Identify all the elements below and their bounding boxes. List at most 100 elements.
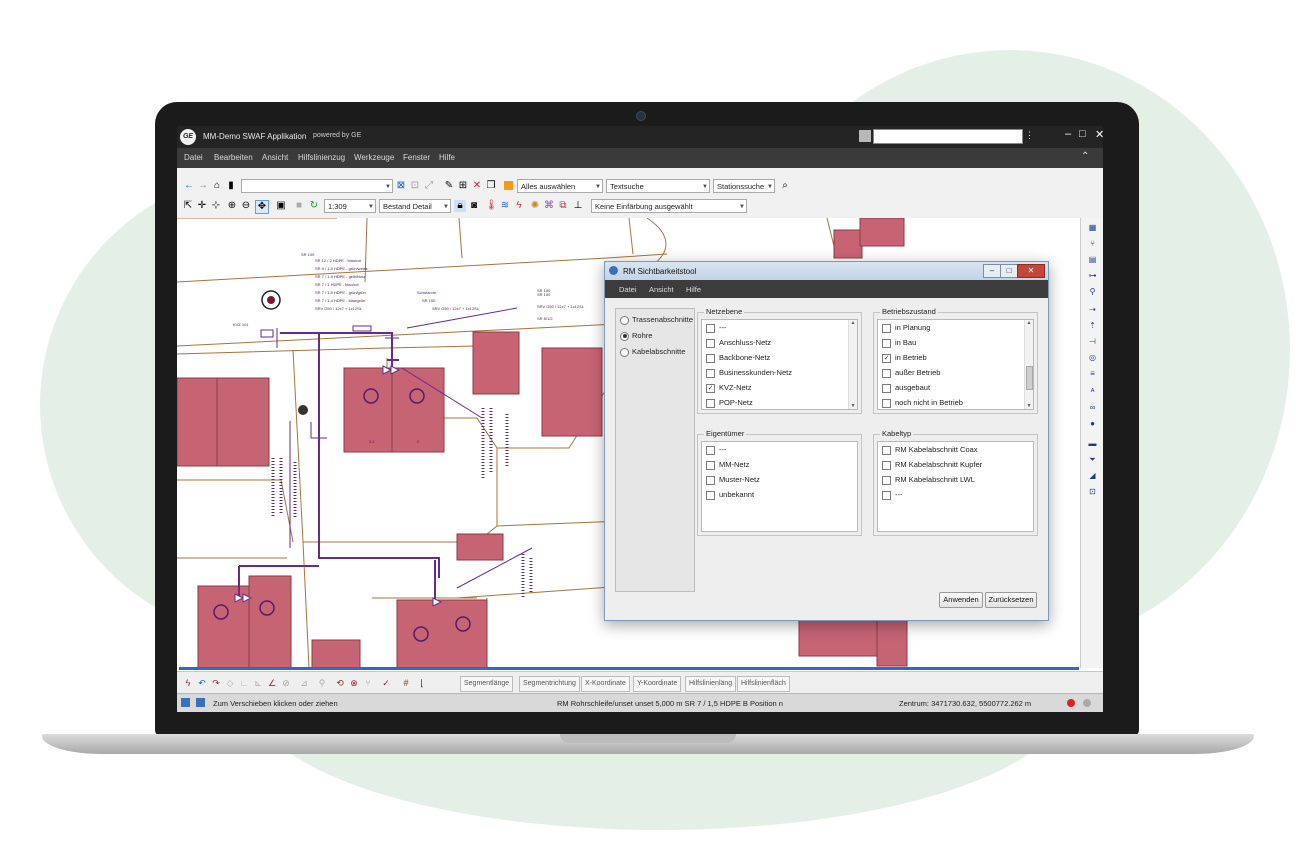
tool-a-icon[interactable]: ᴬ (1087, 386, 1098, 397)
kabeltyp-item-3[interactable]: --- (882, 490, 903, 500)
zoom-full-icon[interactable]: ⤢ (423, 180, 435, 192)
camera-icon[interactable]: ◙ (468, 200, 480, 212)
checkbox[interactable] (882, 383, 891, 393)
kabeltyp-item-1[interactable]: RM Kabelabschnitt Kupfer (882, 460, 982, 470)
text-search-dropdown[interactable]: Textsuche ▼ (606, 179, 710, 193)
select-frame-icon[interactable]: ⊞ (457, 180, 469, 192)
dialog-menu-hilfe[interactable]: Hilfe (686, 285, 701, 294)
menu-datei[interactable]: Datei (184, 153, 203, 162)
eigentuemer-item-0[interactable]: --- (706, 445, 727, 455)
snap-icon[interactable]: ϟ (182, 677, 194, 689)
maximize-button[interactable]: □ (1079, 128, 1086, 140)
checkbox-checked[interactable]: ✓ (706, 383, 715, 393)
tool-node-icon[interactable]: ⊶ (1087, 270, 1098, 281)
zoom-extent-icon[interactable]: ⊠ (395, 180, 407, 192)
betriebszustand-item-3[interactable]: außer Betrieb (882, 368, 940, 378)
scroll-down-icon[interactable]: ▼ (849, 403, 857, 409)
copy-icon[interactable]: ❐ (485, 180, 497, 192)
eigentuemer-item-1[interactable]: MM-Netz (706, 460, 749, 470)
menu-fenster[interactable]: Fenster (403, 153, 430, 162)
guide-area-field[interactable]: Hilfslinienfläch (737, 676, 790, 692)
edit-icon[interactable]: ✎ (443, 180, 455, 192)
measure-icon[interactable]: ⊥ (572, 200, 584, 212)
forward-icon[interactable]: → (197, 180, 209, 192)
tool-link-icon[interactable]: ∞ (1087, 402, 1098, 413)
more-options-icon[interactable]: ⋮ (1025, 130, 1034, 141)
checkbox[interactable] (706, 445, 715, 455)
netzebene-item-2[interactable]: Backbone-Netz (706, 353, 770, 363)
checkbox[interactable] (882, 368, 891, 378)
netzebene-item-5[interactable]: POP-Netz (706, 398, 753, 408)
route-icon[interactable]: ⧉ (557, 200, 569, 212)
reset-button[interactable]: Zurücksetzen (985, 592, 1037, 608)
netzebene-scrollbar[interactable]: ▲ ▼ (848, 320, 857, 409)
netzebene-item-1[interactable]: Anschluss-Netz (706, 338, 771, 348)
netzebene-item-3[interactable]: Businesskunden-Netz (706, 368, 792, 378)
tool-split-icon[interactable]: ⊣ (1087, 336, 1098, 347)
layers-icon[interactable]: ≋ (499, 200, 511, 212)
menu-hilfslinienzug[interactable]: Hilfslinienzug (298, 153, 345, 162)
dialog-menu-datei[interactable]: Datei (619, 285, 637, 294)
segment-length-field[interactable]: Segmentlänge (460, 676, 514, 692)
tool-doc-icon[interactable]: ▤ (1087, 254, 1098, 265)
pan-icon[interactable]: ✥ (255, 200, 269, 214)
menu-hilfe[interactable]: Hilfe (439, 153, 455, 162)
search-icon[interactable]: ⌕ (779, 180, 791, 192)
betriebszustand-list[interactable]: in Planung in Bau ✓ in Betrieb außer Betr… (877, 319, 1034, 410)
menu-bearbeiten[interactable]: Bearbeiten (214, 153, 253, 162)
tool-dot-icon[interactable]: ● (1087, 418, 1098, 429)
kabeltyp-list[interactable]: RM Kabelabschnitt Coax RM Kabelabschnitt… (877, 441, 1034, 532)
tool-up-icon[interactable]: ⇡ (1087, 320, 1098, 331)
rotate-tool-icon[interactable]: ⟲ (334, 677, 346, 689)
mode-kabelabschnitte[interactable]: Kabelabschnitte (620, 347, 685, 357)
guide-length-field[interactable]: Hilfslinienläng (685, 676, 737, 692)
sun-icon[interactable]: ✺ (529, 200, 541, 212)
betriebszustand-item-4[interactable]: ausgebaut (882, 383, 930, 393)
zoom-in-icon[interactable]: ⊕ (226, 200, 238, 212)
tool-lock-icon[interactable]: ⊡ (1087, 486, 1098, 497)
betriebszustand-item-2[interactable]: ✓ in Betrieb (882, 353, 927, 363)
corner-tool-icon[interactable]: ⌊ (416, 677, 428, 689)
checkbox[interactable] (706, 398, 715, 408)
eigentuemer-item-2[interactable]: Muster-Netz (706, 475, 760, 485)
station-search-dropdown[interactable]: Stationssuche ▼ (713, 179, 775, 193)
betriebszustand-item-5[interactable]: noch nicht in Betrieb (882, 398, 963, 408)
collapse-ribbon-icon[interactable]: ⌃ (1081, 151, 1089, 162)
delete-selection-icon[interactable]: ✕ (471, 180, 483, 192)
location-input[interactable]: ▼ (241, 179, 393, 193)
tool-triangle-icon[interactable]: ◢ (1087, 470, 1098, 481)
checkbox[interactable] (882, 445, 891, 455)
checkbox[interactable] (882, 490, 891, 500)
tool-bar-icon[interactable]: ▬ (1087, 438, 1098, 449)
network-icon[interactable]: ⌘ (543, 200, 555, 212)
back-icon[interactable]: ← (183, 180, 195, 192)
refresh-icon[interactable]: ↻ (308, 200, 320, 212)
tool-plug-icon[interactable]: ⚲ (1087, 286, 1098, 297)
lightning-icon[interactable]: ϟ (513, 200, 525, 212)
redo-icon[interactable]: ↷ (210, 677, 222, 689)
kabeltyp-item-0[interactable]: RM Kabelabschnitt Coax (882, 445, 978, 455)
mode-trassenabschnitte[interactable]: Trassenabschnitte (620, 315, 693, 325)
stop-icon[interactable]: ■ (293, 200, 305, 212)
checkbox[interactable] (706, 368, 715, 378)
dialog-maximize-button[interactable]: □ (1000, 264, 1018, 278)
mode-rohre[interactable]: Rohre (620, 331, 652, 341)
scale-dropdown[interactable]: 1:309 ▼ (324, 199, 376, 213)
checkbox[interactable] (882, 475, 891, 485)
y-coordinate-field[interactable]: Y-Koordinate (633, 676, 682, 692)
segment-direction-field[interactable]: Segmentrichtung (519, 676, 580, 692)
eigentuemer-list[interactable]: --- MM-Netz Muster-Netz unbekannt (701, 441, 858, 532)
dialog-minimize-button[interactable]: – (983, 264, 1001, 278)
tool-arrow-icon[interactable]: ⇢ (1087, 304, 1098, 315)
scroll-thumb[interactable] (1026, 366, 1033, 390)
color-icon[interactable] (503, 180, 515, 192)
checkbox[interactable] (706, 338, 715, 348)
dialog-close-button[interactable]: ✕ (1017, 264, 1045, 278)
shape-1-icon[interactable]: ◇ (224, 677, 236, 689)
angle-2-icon[interactable]: ⊾ (252, 677, 264, 689)
checkbox[interactable] (706, 475, 715, 485)
title-search-input[interactable] (873, 129, 1023, 144)
tool-eye-icon[interactable]: ◎ (1087, 352, 1098, 363)
lock-icon[interactable]: 🔒︎ (454, 200, 466, 212)
pointer-icon[interactable]: ⇱ (182, 200, 194, 212)
